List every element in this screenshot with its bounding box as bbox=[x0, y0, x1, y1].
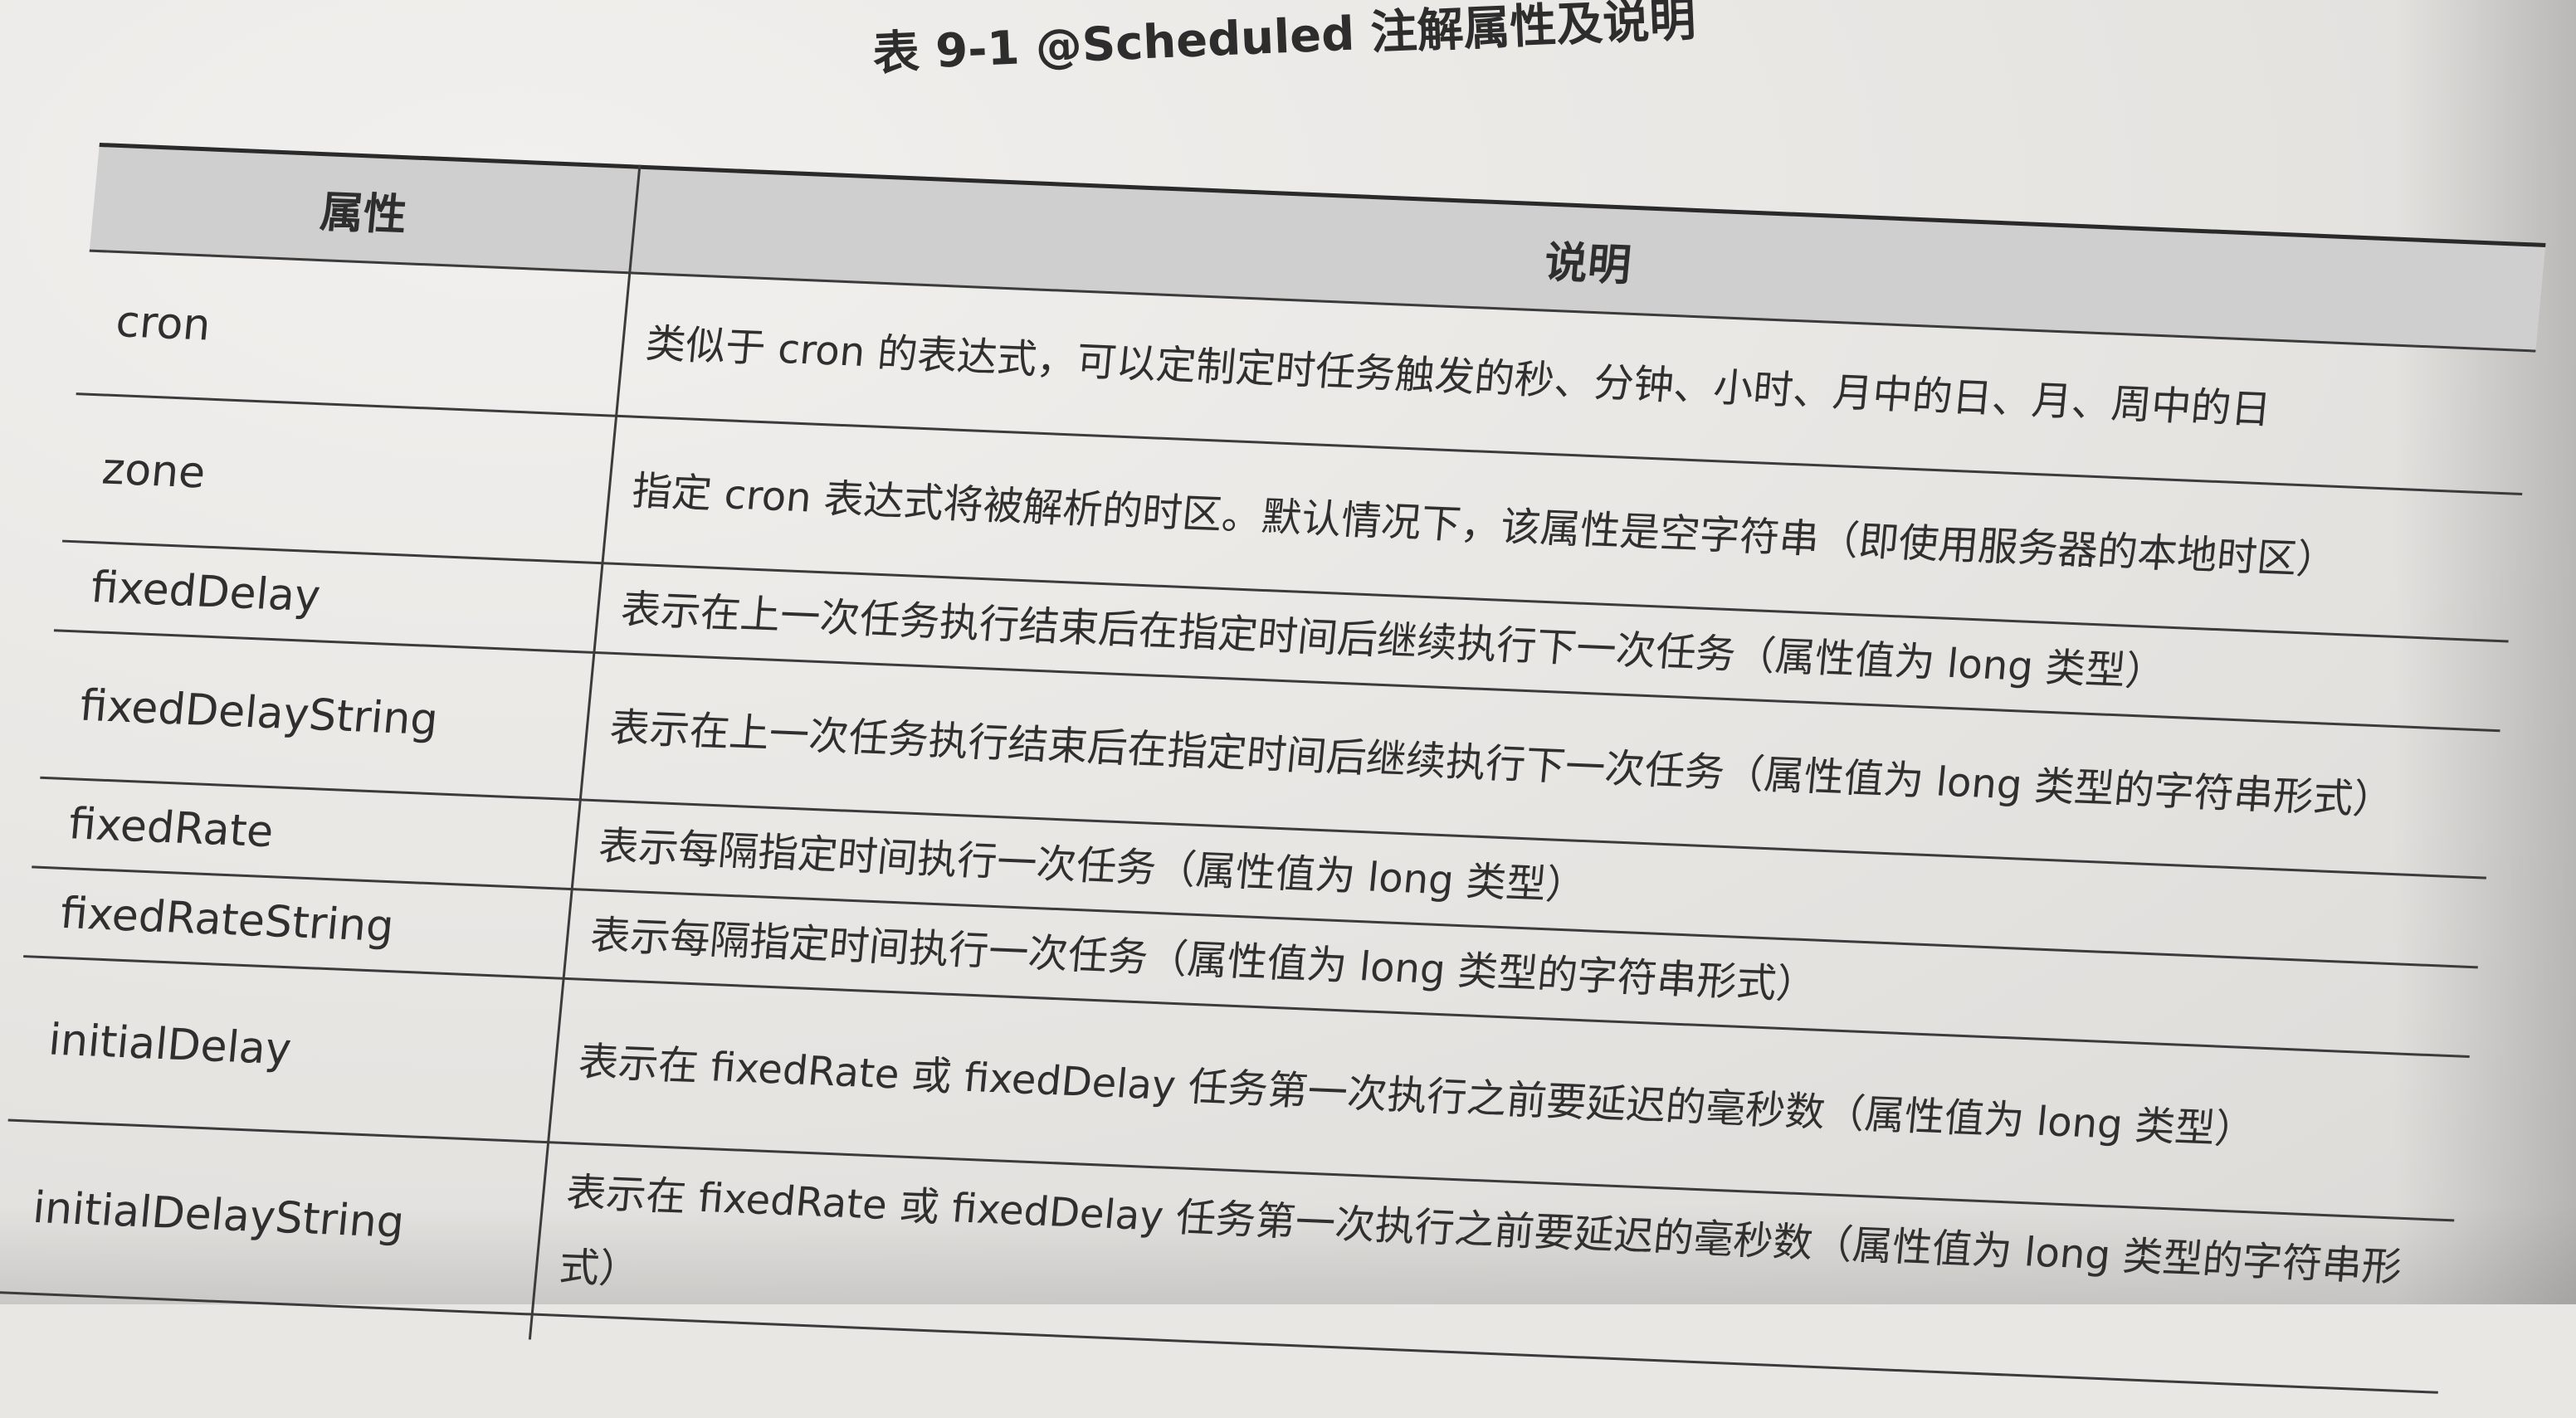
scheduled-attributes-table: 属性 说明 cron 类似于 cron 的表达式，可以定制定时任务触发的秒、分钟… bbox=[0, 143, 2546, 1418]
table-container: 属性 说明 cron 类似于 cron 的表达式，可以定制定时任务触发的秒、分钟… bbox=[0, 143, 2546, 1418]
table-caption: 表 9-1 @Scheduled 注解属性及说明 bbox=[871, 0, 1697, 81]
row-attribute: cron bbox=[114, 296, 213, 351]
row-attribute: initialDelay bbox=[46, 1014, 294, 1074]
document-page: 表 9-1 @Scheduled 注解属性及说明 属性 说明 cron 类似于 … bbox=[0, 0, 2576, 1394]
row-attribute: zone bbox=[100, 444, 208, 498]
row-attribute: initialDelayString bbox=[31, 1182, 407, 1248]
row-attribute: fixedDelayString bbox=[77, 680, 441, 745]
